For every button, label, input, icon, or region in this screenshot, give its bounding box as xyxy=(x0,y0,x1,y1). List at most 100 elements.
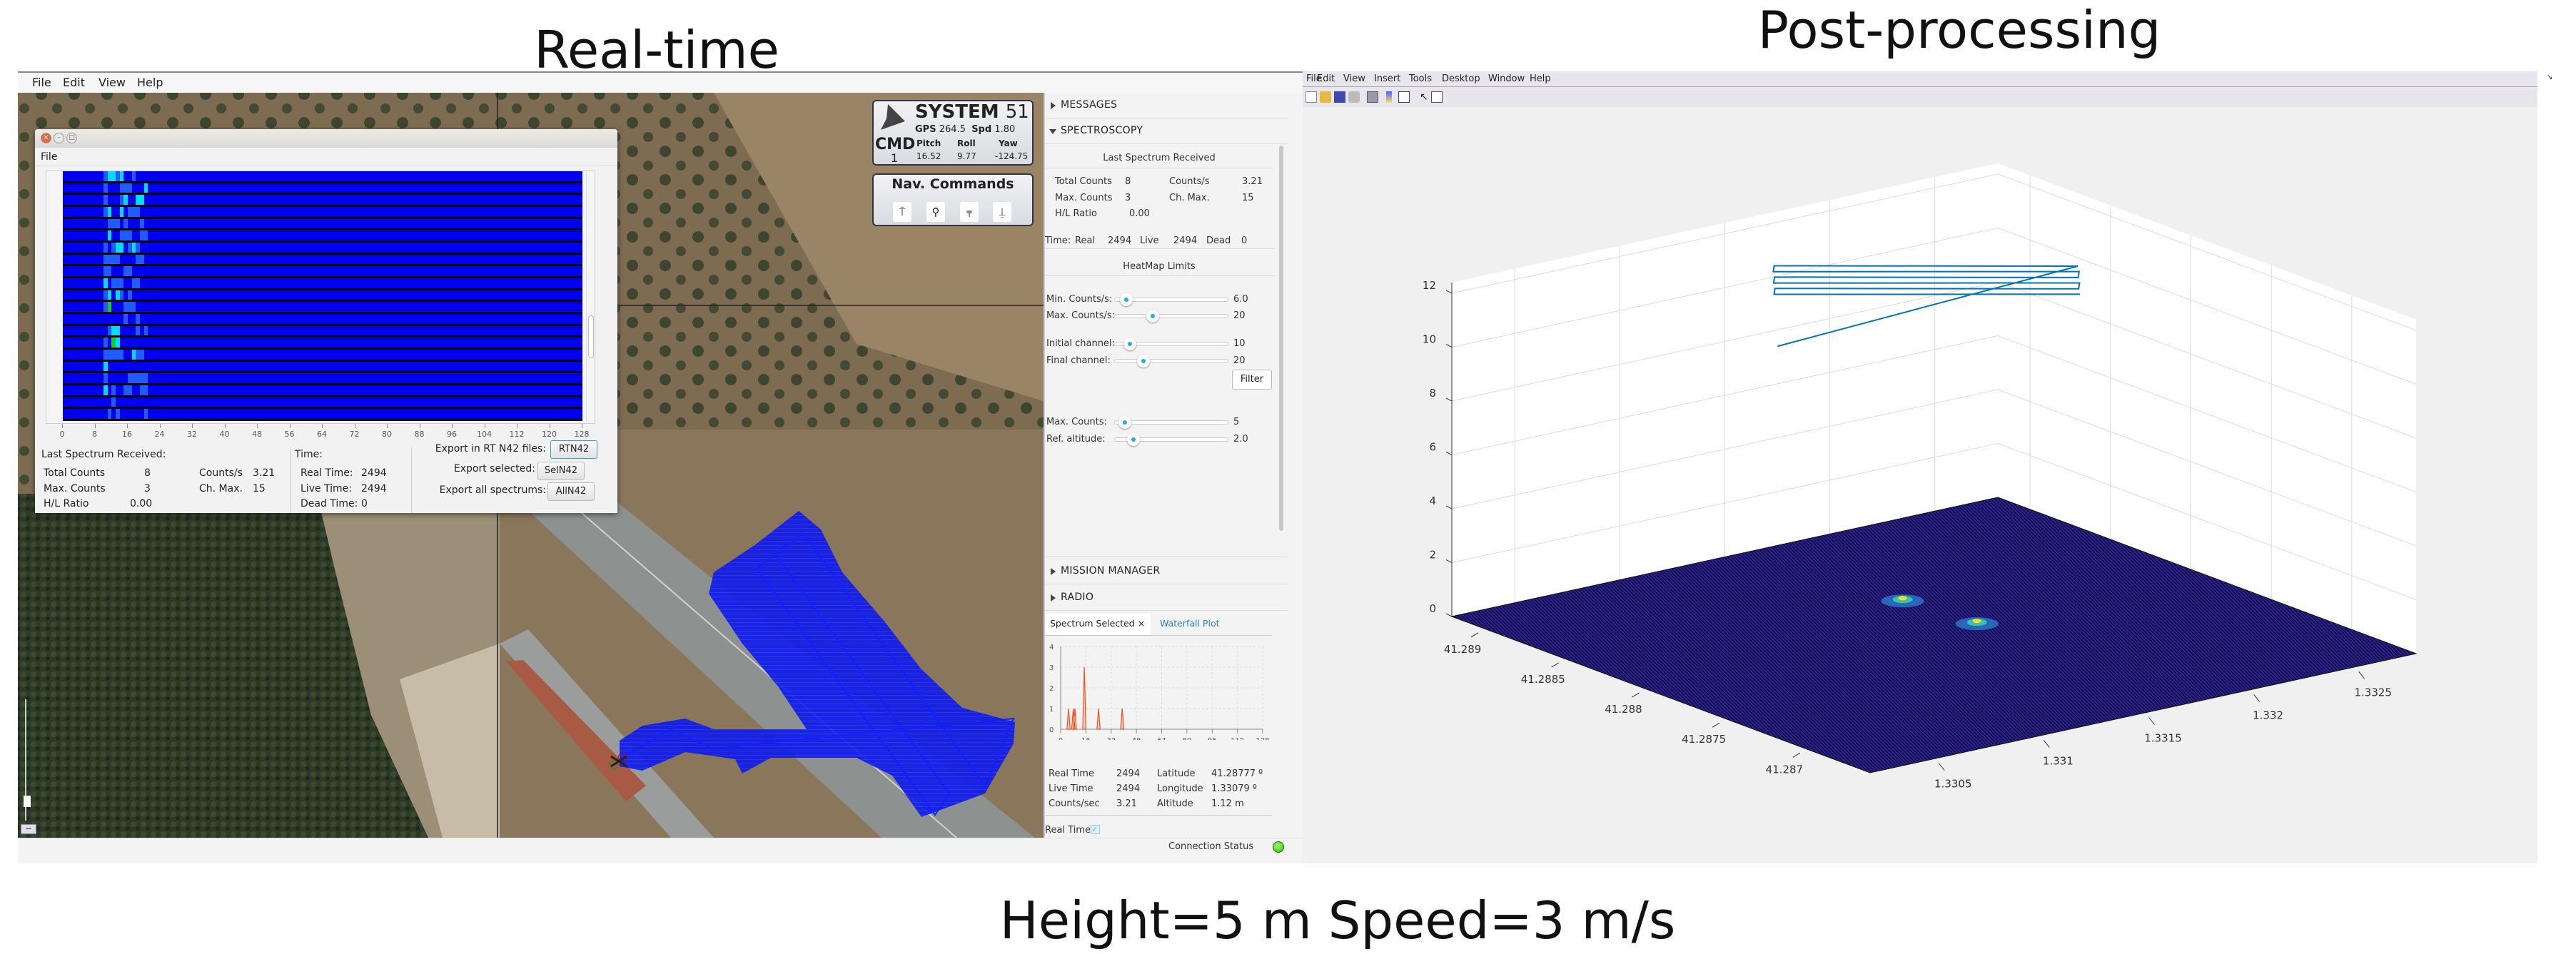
yaw-label: Yaw xyxy=(999,138,1018,148)
x-tick-label: 128 xyxy=(1256,737,1269,740)
window-menu-file[interactable]: File xyxy=(35,148,617,166)
system-status-panel: SYSTEM 51 GPS 264.5 Spd 1.80 CMD 1 Pitch… xyxy=(872,100,1034,166)
filter-button[interactable]: Filter xyxy=(1232,370,1272,390)
waterfall-row[interactable] xyxy=(63,243,582,253)
real-time-checkbox[interactable]: ✓ xyxy=(1091,825,1100,834)
slider-track[interactable] xyxy=(1114,338,1228,350)
satellite-map[interactable]: − + × – □ File 0 8 16 24 32 40 48 56 64 72 80 88 96 1… xyxy=(18,93,1044,838)
pointer-icon[interactable]: ↖ xyxy=(1420,91,1431,103)
section-messages[interactable]: MESSAGES xyxy=(1045,93,1288,118)
hover-icon[interactable]: ╤ xyxy=(960,202,979,222)
waterfall-row[interactable] xyxy=(63,325,582,336)
waterfall-row[interactable] xyxy=(63,171,582,181)
zoom-slider[interactable] xyxy=(24,699,31,821)
waterfall-row[interactable] xyxy=(63,254,582,265)
slider-track[interactable] xyxy=(1114,310,1228,323)
fig-menu-edit[interactable]: Edit xyxy=(1317,73,1335,84)
fig-menu-view[interactable]: View xyxy=(1343,73,1365,84)
legend-icon[interactable] xyxy=(1398,91,1410,103)
waterfall-row[interactable] xyxy=(63,314,582,324)
waterfall-row[interactable] xyxy=(63,361,582,372)
fig-menu-insert[interactable]: Insert xyxy=(1374,73,1400,84)
fig-menu-window[interactable]: Window xyxy=(1488,73,1525,84)
counts-s-value: 3.21 xyxy=(1242,176,1263,187)
3d-surface-plot[interactable]: 0 2 4 6 8 10 12 1.3305 1.331 1.3315 1.332 1.3325 41.… xyxy=(1303,107,2537,863)
close-tab-icon[interactable]: × xyxy=(1138,618,1145,629)
menu-edit[interactable]: Edit xyxy=(63,76,85,89)
scrollbar-thumb[interactable] xyxy=(588,315,594,358)
export-seln42-button[interactable]: SelN42 xyxy=(537,462,585,480)
waterfall-row[interactable] xyxy=(63,338,582,347)
waterfall-row[interactable] xyxy=(63,207,582,217)
waterfall-row[interactable] xyxy=(63,218,582,229)
waterfall-row[interactable] xyxy=(63,195,582,205)
waterfall-cell xyxy=(143,183,148,193)
section-spectroscopy[interactable]: SPECTROSCOPY xyxy=(1045,118,1288,144)
waterfall-cell xyxy=(115,409,120,419)
section-radio[interactable]: RADIO xyxy=(1045,585,1288,611)
save-icon[interactable] xyxy=(1334,91,1345,103)
takeoff-icon[interactable]: ⍑ xyxy=(893,202,911,222)
waterfall-row[interactable] xyxy=(63,385,582,395)
slider-track[interactable] xyxy=(1114,293,1228,306)
export-alln42-button[interactable]: AllN42 xyxy=(547,482,595,501)
tab-waterfall-plot[interactable]: Waterfall Plot xyxy=(1160,618,1220,629)
goto-waypoint-icon[interactable]: ⚲ xyxy=(926,202,945,222)
menu-file[interactable]: File xyxy=(32,76,51,89)
slider-value: 10 xyxy=(1233,338,1246,349)
zoom-slider-thumb[interactable] xyxy=(24,796,31,807)
slider-thumb[interactable] xyxy=(1126,433,1140,446)
waterfall-row[interactable] xyxy=(63,409,582,419)
fig-menu-tools[interactable]: Tools xyxy=(1409,73,1432,84)
property-editor-icon[interactable] xyxy=(1431,91,1443,103)
window-titlebar[interactable]: × – □ xyxy=(35,129,617,148)
fig-menu-desktop[interactable]: Desktop xyxy=(1442,73,1480,84)
maximize-icon[interactable]: □ xyxy=(66,133,77,143)
slider-track[interactable] xyxy=(1114,416,1228,429)
sidebar-scrollbar[interactable] xyxy=(1279,146,1283,531)
land-icon[interactable]: ⍊ xyxy=(993,202,1011,222)
menu-view[interactable]: View xyxy=(99,76,126,89)
waterfall-row[interactable] xyxy=(63,397,582,407)
tab-spectrum-selected[interactable]: Spectrum Selected × xyxy=(1045,614,1151,635)
lon-tick-label: 1.3305 xyxy=(1934,778,1972,791)
minimize-icon[interactable]: – xyxy=(54,133,64,143)
z-tick-mark xyxy=(1445,397,1453,402)
waterfall-row[interactable] xyxy=(63,230,582,240)
export-rtn42-button[interactable]: RTN42 xyxy=(550,440,597,459)
close-icon[interactable]: × xyxy=(41,133,51,143)
slider-track[interactable] xyxy=(1114,433,1228,446)
open-file-icon[interactable] xyxy=(1320,91,1331,103)
slider-thumb[interactable] xyxy=(1146,310,1159,323)
waterfall-cell xyxy=(119,171,124,181)
waterfall-x-tick: 40 xyxy=(219,430,230,439)
waterfall-cell xyxy=(103,254,120,265)
slider-thumb[interactable] xyxy=(1120,293,1133,306)
slider-track[interactable] xyxy=(1114,355,1228,367)
slider-thumb[interactable] xyxy=(1118,416,1132,429)
colorbar-icon[interactable] xyxy=(1386,91,1392,103)
waterfall-row[interactable] xyxy=(63,278,582,288)
waterfall-row[interactable] xyxy=(63,290,582,300)
slider-thumb[interactable] xyxy=(1123,338,1136,350)
print-icon[interactable] xyxy=(1348,91,1360,103)
new-figure-icon[interactable] xyxy=(1305,91,1317,103)
waterfall-cell xyxy=(136,243,141,253)
slider-thumb[interactable] xyxy=(1137,355,1150,367)
waterfall-row[interactable] xyxy=(63,373,582,383)
waterfall-row[interactable] xyxy=(63,302,582,312)
section-mission-manager[interactable]: MISSION MANAGER xyxy=(1045,559,1288,584)
waterfall-row[interactable] xyxy=(63,266,582,276)
waterfall-scrollbar[interactable] xyxy=(586,173,595,421)
link-plot-icon[interactable] xyxy=(1367,91,1378,103)
waterfall-row[interactable] xyxy=(63,183,582,193)
waterfall-row[interactable] xyxy=(63,350,582,360)
tab-spectrum-label: Spectrum Selected xyxy=(1050,618,1135,629)
waterfall-cell xyxy=(119,207,124,217)
menu-help[interactable]: Help xyxy=(137,76,163,89)
undock-icon[interactable]: ↘ xyxy=(2547,73,2552,81)
fig-menu-help[interactable]: Help xyxy=(1530,73,1551,84)
zoom-buttons[interactable]: − + xyxy=(21,824,36,838)
x-tick-label: 96 xyxy=(1208,737,1217,740)
waterfall-cell xyxy=(123,385,132,395)
